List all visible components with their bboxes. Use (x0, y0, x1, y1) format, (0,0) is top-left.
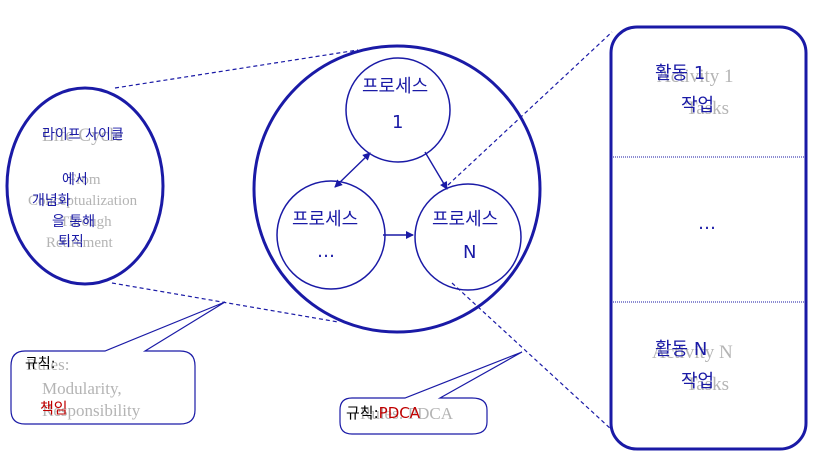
process-dots-circle (276, 180, 386, 290)
activity-top-tasks: 작업 (681, 95, 715, 116)
process-1-label: 프로세스 (362, 76, 429, 97)
rules-right-prefix: 규칙: (346, 404, 379, 422)
zoom-line-right-top (447, 31, 613, 186)
lifecycle-retirement: 퇴직 (58, 234, 84, 250)
process-1-circle (345, 57, 451, 163)
activity-bottom-title: 활동 N (655, 339, 708, 360)
process-n-circle (414, 183, 522, 291)
process-1-index: 1 (392, 112, 404, 133)
process-dots-index: … (317, 241, 335, 262)
activity-bottom-tasks: 작업 (681, 371, 715, 392)
lifecycle-conceptualization: 개념화 (32, 193, 71, 209)
activity-middle-ellipsis: … (698, 213, 716, 234)
lifecycle-through: 을 통해 (52, 214, 96, 230)
lifecycle-from: 에서 (62, 172, 88, 188)
activity-top-title: 활동 1 (655, 63, 706, 84)
arrow-p1-pdots (334, 152, 371, 188)
rules-left-title: 규칙: (25, 356, 56, 372)
process-dots-label: 프로세스 (292, 209, 359, 230)
rules-right-text: 규칙:PDCA (346, 404, 420, 422)
process-n-label: 프로세스 (432, 209, 499, 230)
lifecycle-title: 라이프 사이클 (42, 127, 124, 143)
rules-left-item: 책임 (40, 399, 68, 417)
rules-left-ghost-1: Modularity, (42, 379, 122, 398)
process-n-index: N (463, 242, 477, 263)
rules-right-item: PDCA (378, 404, 420, 422)
arrow-p1-pn (424, 151, 448, 190)
